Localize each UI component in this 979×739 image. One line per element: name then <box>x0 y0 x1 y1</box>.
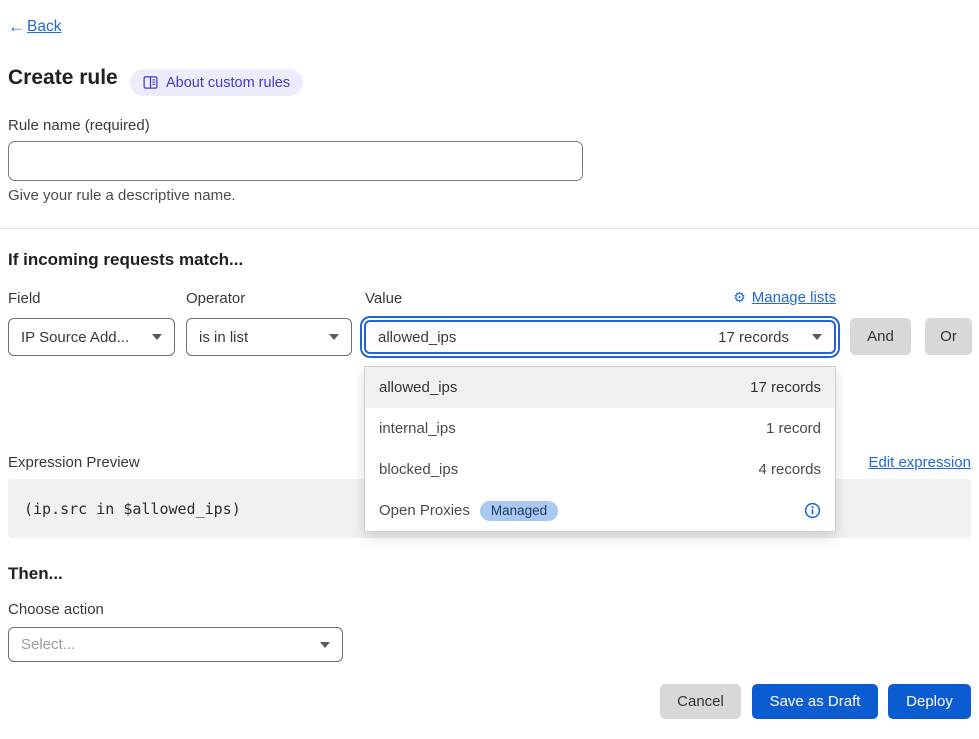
chevron-down-icon <box>329 334 339 340</box>
field-select-value: IP Source Add... <box>21 329 129 346</box>
value-column-label: Value <box>365 290 402 307</box>
list-option-records: 1 record <box>766 420 821 437</box>
chevron-down-icon <box>320 642 330 648</box>
deploy-button[interactable]: Deploy <box>888 684 971 719</box>
section-divider <box>0 228 979 229</box>
field-column-label: Field <box>8 290 41 307</box>
gear-icon: ⚙ <box>733 289 746 306</box>
back-link-label: Back <box>27 18 61 36</box>
cancel-button[interactable]: Cancel <box>660 684 741 719</box>
manage-lists-link[interactable]: ⚙ Manage lists <box>733 289 836 306</box>
operator-select[interactable]: is in list <box>186 318 352 356</box>
save-as-draft-button[interactable]: Save as Draft <box>752 684 878 719</box>
then-section-heading: Then... <box>8 564 63 584</box>
about-badge-label: About custom rules <box>166 75 290 91</box>
value-select-record-count: 17 records <box>718 329 789 346</box>
list-option-records: 17 records <box>750 379 821 396</box>
create-rule-page: ← Back Create rule About custom rules Ru… <box>0 0 979 739</box>
manage-lists-label: Manage lists <box>752 289 836 306</box>
value-select[interactable]: allowed_ips 17 records <box>364 320 836 354</box>
back-link[interactable]: ← Back <box>8 17 61 37</box>
expression-preview-label: Expression Preview <box>8 454 140 471</box>
page-title: Create rule <box>8 66 118 90</box>
back-arrow-icon: ← <box>8 17 25 37</box>
or-button[interactable]: Or <box>925 318 972 355</box>
list-option-name: allowed_ips <box>379 379 457 396</box>
list-option-blocked-ips[interactable]: blocked_ips 4 records <box>365 449 835 490</box>
list-dropdown: allowed_ips 17 records internal_ips 1 re… <box>364 366 836 532</box>
managed-badge: Managed <box>480 501 558 521</box>
list-option-name: internal_ips <box>379 420 456 437</box>
list-option-internal-ips[interactable]: internal_ips 1 record <box>365 408 835 449</box>
list-option-allowed-ips[interactable]: allowed_ips 17 records <box>365 367 835 408</box>
list-option-records: 4 records <box>758 461 821 478</box>
field-select[interactable]: IP Source Add... <box>8 318 175 356</box>
choose-action-label: Choose action <box>8 601 104 618</box>
and-button[interactable]: And <box>850 318 911 355</box>
list-option-open-proxies[interactable]: Open Proxies Managed <box>365 490 835 531</box>
operator-select-value: is in list <box>199 329 248 346</box>
list-option-name: blocked_ips <box>379 461 458 478</box>
about-custom-rules-link[interactable]: About custom rules <box>130 69 303 96</box>
match-section-heading: If incoming requests match... <box>8 250 243 270</box>
chevron-down-icon <box>152 334 162 340</box>
edit-expression-link[interactable]: Edit expression <box>868 454 971 471</box>
action-select-placeholder: Select... <box>21 636 75 653</box>
list-option-name: Open Proxies <box>379 502 470 519</box>
chevron-down-icon <box>812 334 822 340</box>
action-select[interactable]: Select... <box>8 627 343 662</box>
rule-name-label: Rule name (required) <box>8 117 150 134</box>
rule-name-helper: Give your rule a descriptive name. <box>8 187 236 204</box>
rule-name-input[interactable] <box>8 141 583 181</box>
info-icon[interactable] <box>804 502 821 519</box>
value-select-value: allowed_ips <box>378 329 456 346</box>
book-icon <box>143 75 158 90</box>
expression-code: (ip.src in $allowed_ips) <box>24 500 241 518</box>
operator-column-label: Operator <box>186 290 245 307</box>
